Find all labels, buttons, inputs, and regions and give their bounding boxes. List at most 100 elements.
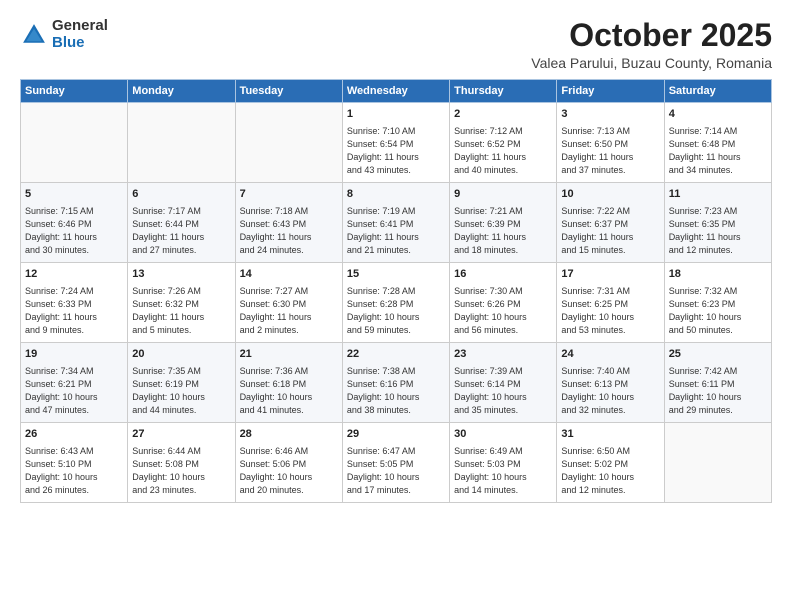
day-info: Sunrise: 7:21 AMSunset: 6:39 PMDaylight:… (454, 205, 552, 257)
day-number: 23 (454, 347, 552, 362)
day-number: 22 (347, 347, 445, 362)
day-info: Sunrise: 7:23 AMSunset: 6:35 PMDaylight:… (669, 205, 767, 257)
calendar-cell: 2 Sunrise: 7:12 AMSunset: 6:52 PMDaylight… (450, 103, 557, 183)
day-info: Sunrise: 6:46 AMSunset: 5:06 PMDaylight:… (240, 445, 338, 497)
page-container: General Blue October 2025 Valea Parului,… (0, 0, 792, 513)
day-number: 4 (669, 107, 767, 122)
calendar-cell (664, 423, 771, 503)
calendar-cell: 1Sunrise: 7:10 AMSunset: 6:54 PMDaylight… (342, 103, 449, 183)
calendar-cell: 7 Sunrise: 7:18 AMSunset: 6:43 PMDaylight… (235, 183, 342, 263)
day-number: 14 (240, 267, 338, 282)
calendar-week-3: 12Sunrise: 7:24 AMSunset: 6:33 PMDayligh… (21, 263, 772, 343)
calendar-cell: 5 Sunrise: 7:15 AMSunset: 6:46 PMDaylight… (21, 183, 128, 263)
day-info: Sunrise: 7:13 AMSunset: 6:50 PMDaylight:… (561, 125, 659, 177)
logo-general-text: General (52, 18, 108, 35)
logo-text: General Blue (52, 18, 108, 51)
logo-blue-text: Blue (52, 35, 108, 52)
day-number: 26 (25, 427, 123, 442)
day-number: 20 (132, 347, 230, 362)
calendar-cell: 14 Sunrise: 7:27 AMSunset: 6:30 PMDayligh… (235, 263, 342, 343)
day-info: Sunrise: 7:24 AMSunset: 6:33 PMDaylight:… (25, 285, 123, 337)
day-number: 3 (561, 107, 659, 122)
day-number: 6 (132, 187, 230, 202)
calendar-cell: 25Sunrise: 7:42 AMSunset: 6:11 PMDayligh… (664, 343, 771, 423)
calendar-cell: 22 Sunrise: 7:38 AMSunset: 6:16 PMDayligh… (342, 343, 449, 423)
header-thursday: Thursday (450, 80, 557, 103)
day-number: 28 (240, 427, 338, 442)
header-friday: Friday (557, 80, 664, 103)
weekday-row: Sunday Monday Tuesday Wednesday Thursday… (21, 80, 772, 103)
day-info: Sunrise: 7:39 AMSunset: 6:14 PMDaylight:… (454, 365, 552, 417)
location-text: Valea Parului, Buzau County, Romania (531, 55, 772, 71)
day-info: Sunrise: 7:15 AMSunset: 6:46 PMDaylight:… (25, 205, 123, 257)
header-wednesday: Wednesday (342, 80, 449, 103)
day-number: 2 (454, 107, 552, 122)
calendar-cell: 18Sunrise: 7:32 AMSunset: 6:23 PMDayligh… (664, 263, 771, 343)
day-info: Sunrise: 7:12 AMSunset: 6:52 PMDaylight:… (454, 125, 552, 177)
day-number: 27 (132, 427, 230, 442)
day-number: 15 (347, 267, 445, 282)
calendar-cell: 9Sunrise: 7:21 AMSunset: 6:39 PMDaylight… (450, 183, 557, 263)
calendar-cell: 13 Sunrise: 7:26 AMSunset: 6:32 PMDayligh… (128, 263, 235, 343)
day-number: 5 (25, 187, 123, 202)
day-info: Sunrise: 7:18 AMSunset: 6:43 PMDaylight:… (240, 205, 338, 257)
calendar-body: 1Sunrise: 7:10 AMSunset: 6:54 PMDaylight… (21, 103, 772, 503)
calendar-week-2: 5 Sunrise: 7:15 AMSunset: 6:46 PMDaylight… (21, 183, 772, 263)
day-number: 17 (561, 267, 659, 282)
header-tuesday: Tuesday (235, 80, 342, 103)
day-info: Sunrise: 7:40 AMSunset: 6:13 PMDaylight:… (561, 365, 659, 417)
calendar-cell: 19 Sunrise: 7:34 AMSunset: 6:21 PMDayligh… (21, 343, 128, 423)
day-number: 8 (347, 187, 445, 202)
day-info: Sunrise: 6:50 AMSunset: 5:02 PMDaylight:… (561, 445, 659, 497)
day-number: 19 (25, 347, 123, 362)
calendar-cell: 31Sunrise: 6:50 AMSunset: 5:02 PMDayligh… (557, 423, 664, 503)
day-info: Sunrise: 6:43 AMSunset: 5:10 PMDaylight:… (25, 445, 123, 497)
calendar-cell (235, 103, 342, 183)
day-info: Sunrise: 7:38 AMSunset: 6:16 PMDaylight:… (347, 365, 445, 417)
day-number: 25 (669, 347, 767, 362)
logo-icon (20, 21, 48, 49)
day-number: 18 (669, 267, 767, 282)
day-number: 11 (669, 187, 767, 202)
day-info: Sunrise: 7:27 AMSunset: 6:30 PMDaylight:… (240, 285, 338, 337)
calendar-cell: 29Sunrise: 6:47 AMSunset: 5:05 PMDayligh… (342, 423, 449, 503)
calendar-cell: 3 Sunrise: 7:13 AMSunset: 6:50 PMDaylight… (557, 103, 664, 183)
calendar-cell: 26 Sunrise: 6:43 AMSunset: 5:10 PMDayligh… (21, 423, 128, 503)
calendar-cell: 17 Sunrise: 7:31 AMSunset: 6:25 PMDayligh… (557, 263, 664, 343)
day-info: Sunrise: 7:30 AMSunset: 6:26 PMDaylight:… (454, 285, 552, 337)
calendar-cell: 23 Sunrise: 7:39 AMSunset: 6:14 PMDayligh… (450, 343, 557, 423)
day-number: 16 (454, 267, 552, 282)
day-info: Sunrise: 7:14 AMSunset: 6:48 PMDaylight:… (669, 125, 767, 177)
day-number: 7 (240, 187, 338, 202)
day-number: 10 (561, 187, 659, 202)
month-title: October 2025 (531, 18, 772, 53)
calendar-cell: 16 Sunrise: 7:30 AMSunset: 6:26 PMDayligh… (450, 263, 557, 343)
calendar-cell: 4 Sunrise: 7:14 AMSunset: 6:48 PMDaylight… (664, 103, 771, 183)
calendar-week-1: 1Sunrise: 7:10 AMSunset: 6:54 PMDaylight… (21, 103, 772, 183)
calendar-cell: 21Sunrise: 7:36 AMSunset: 6:18 PMDayligh… (235, 343, 342, 423)
day-info: Sunrise: 7:19 AMSunset: 6:41 PMDaylight:… (347, 205, 445, 257)
day-info: Sunrise: 7:28 AMSunset: 6:28 PMDaylight:… (347, 285, 445, 337)
calendar-cell: 28 Sunrise: 6:46 AMSunset: 5:06 PMDayligh… (235, 423, 342, 503)
day-info: Sunrise: 7:10 AMSunset: 6:54 PMDaylight:… (347, 125, 445, 177)
day-info: Sunrise: 7:34 AMSunset: 6:21 PMDaylight:… (25, 365, 123, 417)
calendar-cell (21, 103, 128, 183)
day-info: Sunrise: 7:35 AMSunset: 6:19 PMDaylight:… (132, 365, 230, 417)
calendar-cell: 6 Sunrise: 7:17 AMSunset: 6:44 PMDaylight… (128, 183, 235, 263)
calendar-table: Sunday Monday Tuesday Wednesday Thursday… (20, 79, 772, 503)
header-sunday: Sunday (21, 80, 128, 103)
calendar-cell: 30Sunrise: 6:49 AMSunset: 5:03 PMDayligh… (450, 423, 557, 503)
calendar-cell: 27 Sunrise: 6:44 AMSunset: 5:08 PMDayligh… (128, 423, 235, 503)
day-number: 13 (132, 267, 230, 282)
day-info: Sunrise: 6:44 AMSunset: 5:08 PMDaylight:… (132, 445, 230, 497)
title-area: October 2025 Valea Parului, Buzau County… (531, 18, 772, 71)
logo: General Blue (20, 18, 108, 51)
day-info: Sunrise: 7:17 AMSunset: 6:44 PMDaylight:… (132, 205, 230, 257)
calendar-cell: 20 Sunrise: 7:35 AMSunset: 6:19 PMDayligh… (128, 343, 235, 423)
header-saturday: Saturday (664, 80, 771, 103)
page-header: General Blue October 2025 Valea Parului,… (20, 18, 772, 71)
day-info: Sunrise: 7:26 AMSunset: 6:32 PMDaylight:… (132, 285, 230, 337)
calendar-cell (128, 103, 235, 183)
day-info: Sunrise: 7:31 AMSunset: 6:25 PMDaylight:… (561, 285, 659, 337)
calendar-cell: 15 Sunrise: 7:28 AMSunset: 6:28 PMDayligh… (342, 263, 449, 343)
